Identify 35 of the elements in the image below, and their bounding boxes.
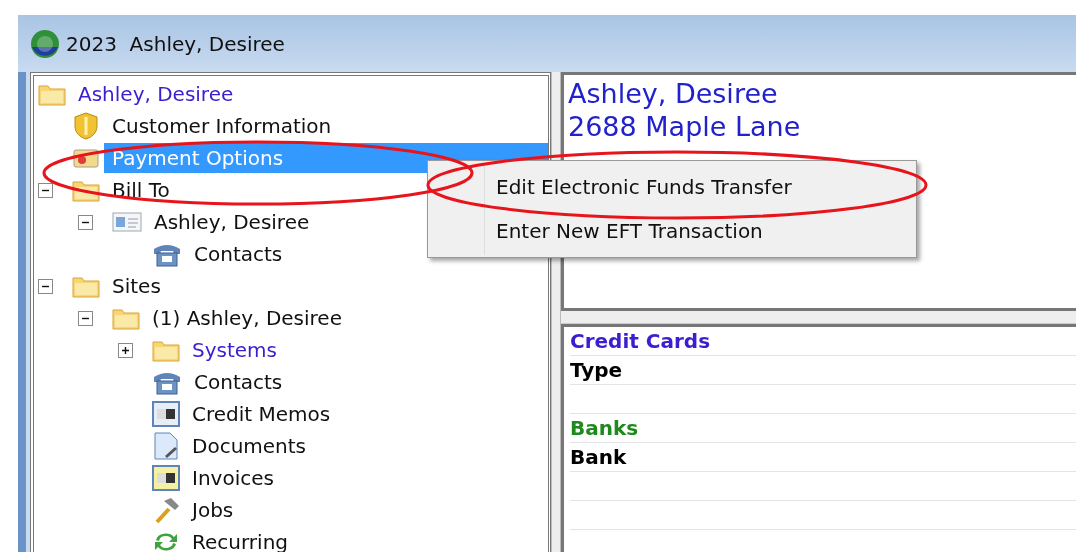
- summary-line: Ashley, Desiree: [568, 77, 779, 110]
- tree-item[interactable]: Sites: [104, 271, 169, 301]
- invoice-icon: [152, 465, 180, 491]
- tree-item[interactable]: (1) Ashley, Desiree: [144, 303, 350, 333]
- collapse-toggle[interactable]: [78, 214, 93, 230]
- window-title: 2023 Ashley, Desiree: [66, 31, 285, 56]
- tree-item[interactable]: Contacts: [186, 367, 291, 397]
- tree-item[interactable]: Credit Memos: [184, 399, 339, 429]
- app-logo-icon: [30, 28, 60, 59]
- tree-item[interactable]: Ashley, Desiree: [70, 79, 242, 109]
- section-heading: Credit Cards: [570, 327, 1076, 356]
- folder-icon: [112, 306, 140, 330]
- expand-toggle[interactable]: [118, 342, 133, 358]
- memo-icon: [152, 401, 180, 427]
- folder-icon: [72, 274, 100, 298]
- folder-icon: [152, 338, 180, 362]
- shield-icon: [72, 112, 100, 140]
- document-icon: [152, 432, 180, 460]
- tree-item[interactable]: Customer Information: [104, 111, 340, 141]
- tree-item[interactable]: Jobs: [184, 495, 242, 525]
- collapse-toggle[interactable]: [78, 310, 93, 326]
- tree-item[interactable]: Invoices: [184, 463, 282, 493]
- tree-item[interactable]: Contacts: [186, 239, 291, 269]
- field-label: Type: [570, 356, 1076, 385]
- tree-item[interactable]: Documents: [184, 431, 315, 461]
- section-heading: Banks: [570, 414, 1076, 443]
- tree-item[interactable]: Ashley, Desiree: [146, 207, 318, 237]
- folder-icon: [38, 82, 66, 106]
- collapse-toggle[interactable]: [38, 182, 53, 198]
- field-label: Bank: [570, 443, 1076, 472]
- menu-item[interactable]: Enter New EFT Transaction: [428, 209, 916, 253]
- tree-item[interactable]: Systems: [184, 335, 285, 365]
- collapse-toggle[interactable]: [38, 278, 53, 294]
- id-card-icon: [112, 210, 142, 234]
- summary-line: 2688 Maple Lane: [568, 110, 802, 143]
